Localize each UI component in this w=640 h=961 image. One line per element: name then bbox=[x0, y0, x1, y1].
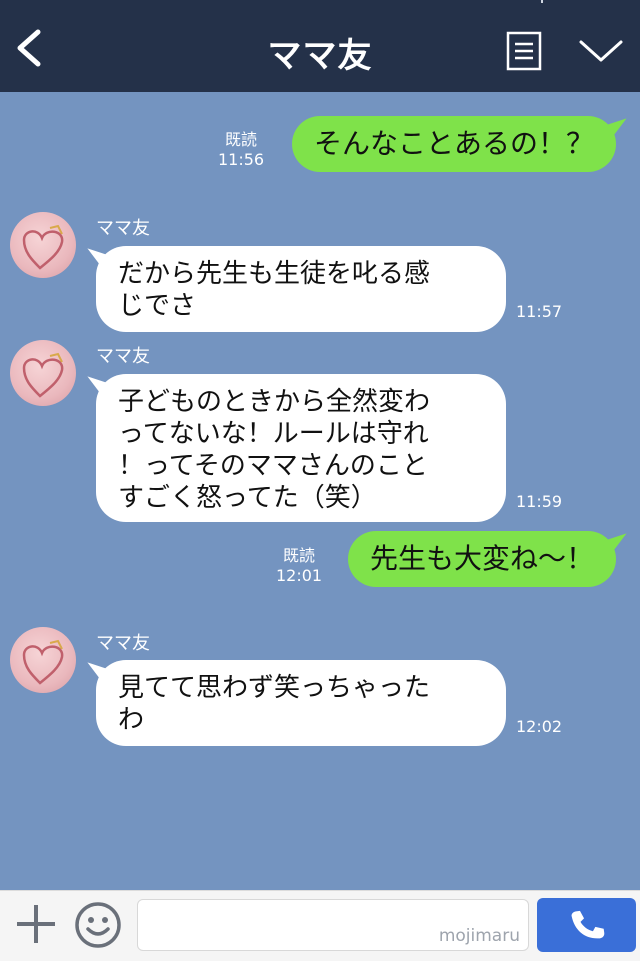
input-bar: mojimaru bbox=[0, 890, 640, 961]
message-line: じでさ bbox=[118, 291, 197, 321]
message-time: 12:02 bbox=[516, 717, 563, 736]
message-line: すごく怒ってた（笑） bbox=[118, 483, 377, 513]
bubble-tail bbox=[81, 662, 113, 688]
bubble-tail bbox=[81, 376, 113, 402]
heart-necklace-icon bbox=[22, 639, 64, 685]
message-line: わ bbox=[118, 705, 145, 735]
read-label: 既読 bbox=[225, 130, 258, 149]
document-menu-icon[interactable] bbox=[506, 31, 542, 71]
message-line: だから先生も生徒を叱る感 bbox=[118, 259, 431, 289]
read-receipt: 既読 12:01 bbox=[276, 546, 322, 586]
message-text: そんなことあるの！？ bbox=[313, 127, 594, 160]
outgoing-bubble[interactable]: そんなことあるの！？ bbox=[291, 116, 633, 172]
smiley-icon[interactable] bbox=[74, 901, 122, 949]
message-line: 子どものときから全然変わ bbox=[118, 387, 431, 417]
avatar[interactable] bbox=[10, 627, 76, 693]
incoming-bubble[interactable]: だから先生も生徒を叱る感 じでさ bbox=[81, 246, 506, 332]
avatar[interactable] bbox=[10, 340, 76, 406]
sender-name: ママ友 bbox=[96, 346, 150, 367]
sender-name: ママ友 bbox=[96, 633, 150, 654]
call-button[interactable] bbox=[537, 898, 636, 952]
chat-header: ママ友 bbox=[0, 0, 640, 92]
message-text: 先生も大変ね～！ bbox=[369, 542, 594, 575]
plus-icon[interactable] bbox=[15, 903, 57, 945]
outgoing-bubble[interactable]: 先生も大変ね～！ bbox=[347, 531, 633, 587]
message-line: ってないな！ルールは守れ bbox=[118, 419, 429, 449]
message-line: 見てて思わず笑っちゃった bbox=[118, 673, 431, 703]
read-receipt: 既読 11:56 bbox=[218, 130, 264, 170]
message-time: 11:59 bbox=[516, 492, 563, 511]
message-time: 11:57 bbox=[516, 302, 563, 321]
incoming-bubble[interactable]: 見てて思わず笑っちゃった わ bbox=[81, 660, 506, 746]
incoming-bubble[interactable]: 子どものときから全然変わ ってないな！ルールは守れ ！ってそのママさんのこと す… bbox=[81, 374, 506, 522]
bubble-tail bbox=[601, 533, 633, 559]
bubble-tail bbox=[601, 118, 633, 144]
heart-necklace-icon bbox=[22, 224, 64, 270]
chevron-down-icon[interactable] bbox=[578, 38, 624, 66]
watermark: mojimaru bbox=[438, 926, 520, 946]
message-time: 12:01 bbox=[276, 566, 323, 585]
outgoing-message: そんなことあるの！？ bbox=[291, 116, 633, 172]
status-notch bbox=[541, 0, 543, 3]
outgoing-message: 先生も大変ね～！ bbox=[347, 531, 633, 587]
sender-name: ママ友 bbox=[96, 218, 150, 239]
message-input[interactable]: mojimaru bbox=[137, 899, 529, 951]
phone-icon bbox=[571, 910, 605, 939]
heart-necklace-icon bbox=[22, 352, 64, 398]
chat-title: ママ友 bbox=[267, 36, 373, 76]
avatar[interactable] bbox=[10, 212, 76, 278]
read-label: 既読 bbox=[283, 546, 316, 565]
message-line: ！ってそのママさんのこと bbox=[118, 451, 428, 481]
bubble-tail bbox=[81, 248, 113, 274]
message-time: 11:56 bbox=[218, 150, 265, 169]
